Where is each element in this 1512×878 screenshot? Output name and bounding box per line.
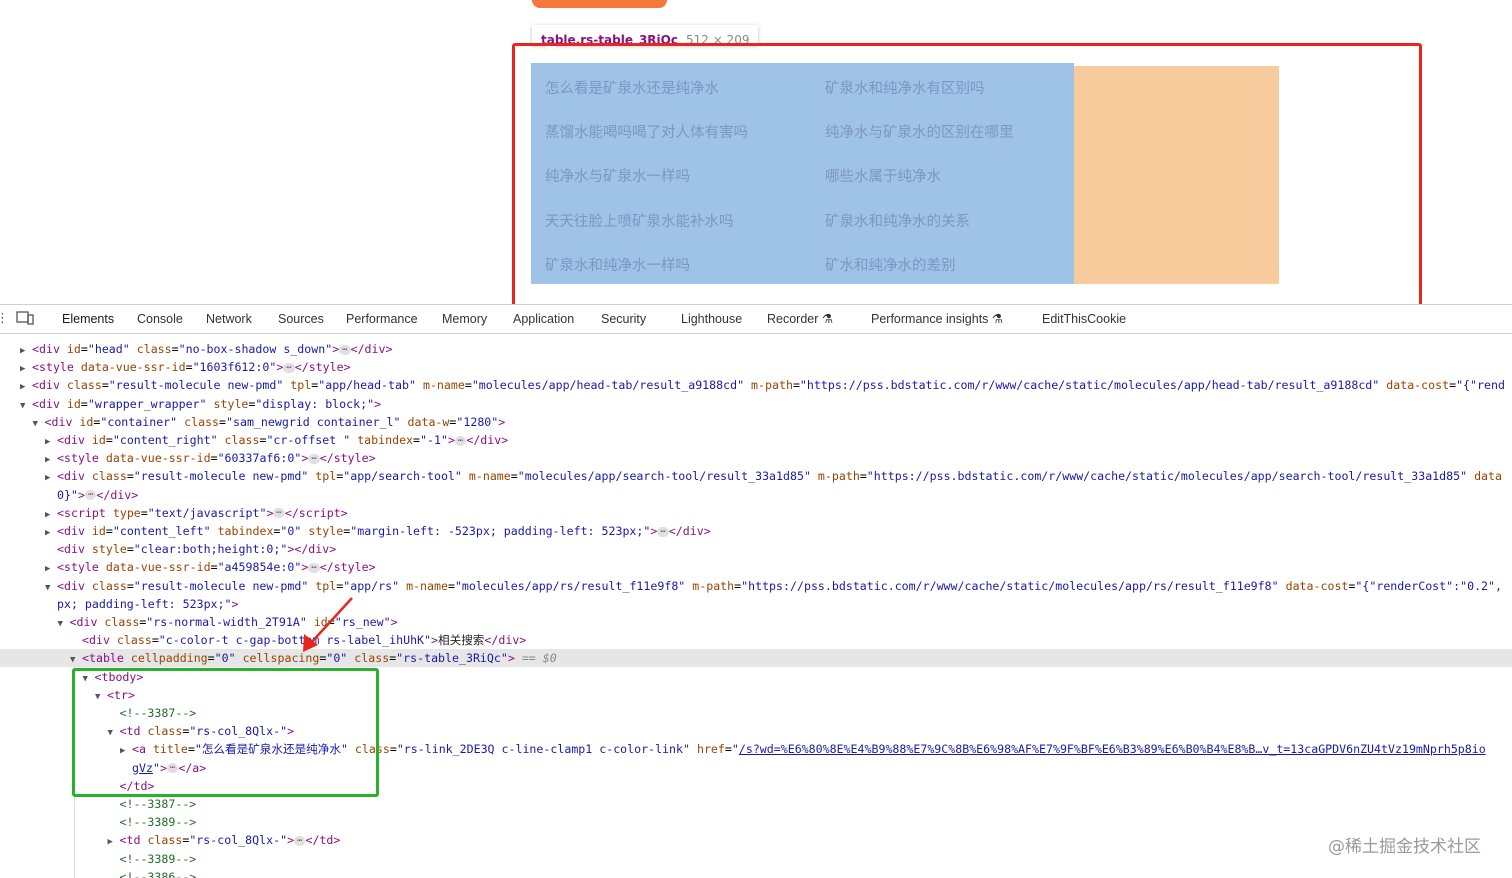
red-arrow-annotation: [303, 597, 353, 652]
watermark: @稀土掘金技术社区: [1328, 837, 1481, 857]
